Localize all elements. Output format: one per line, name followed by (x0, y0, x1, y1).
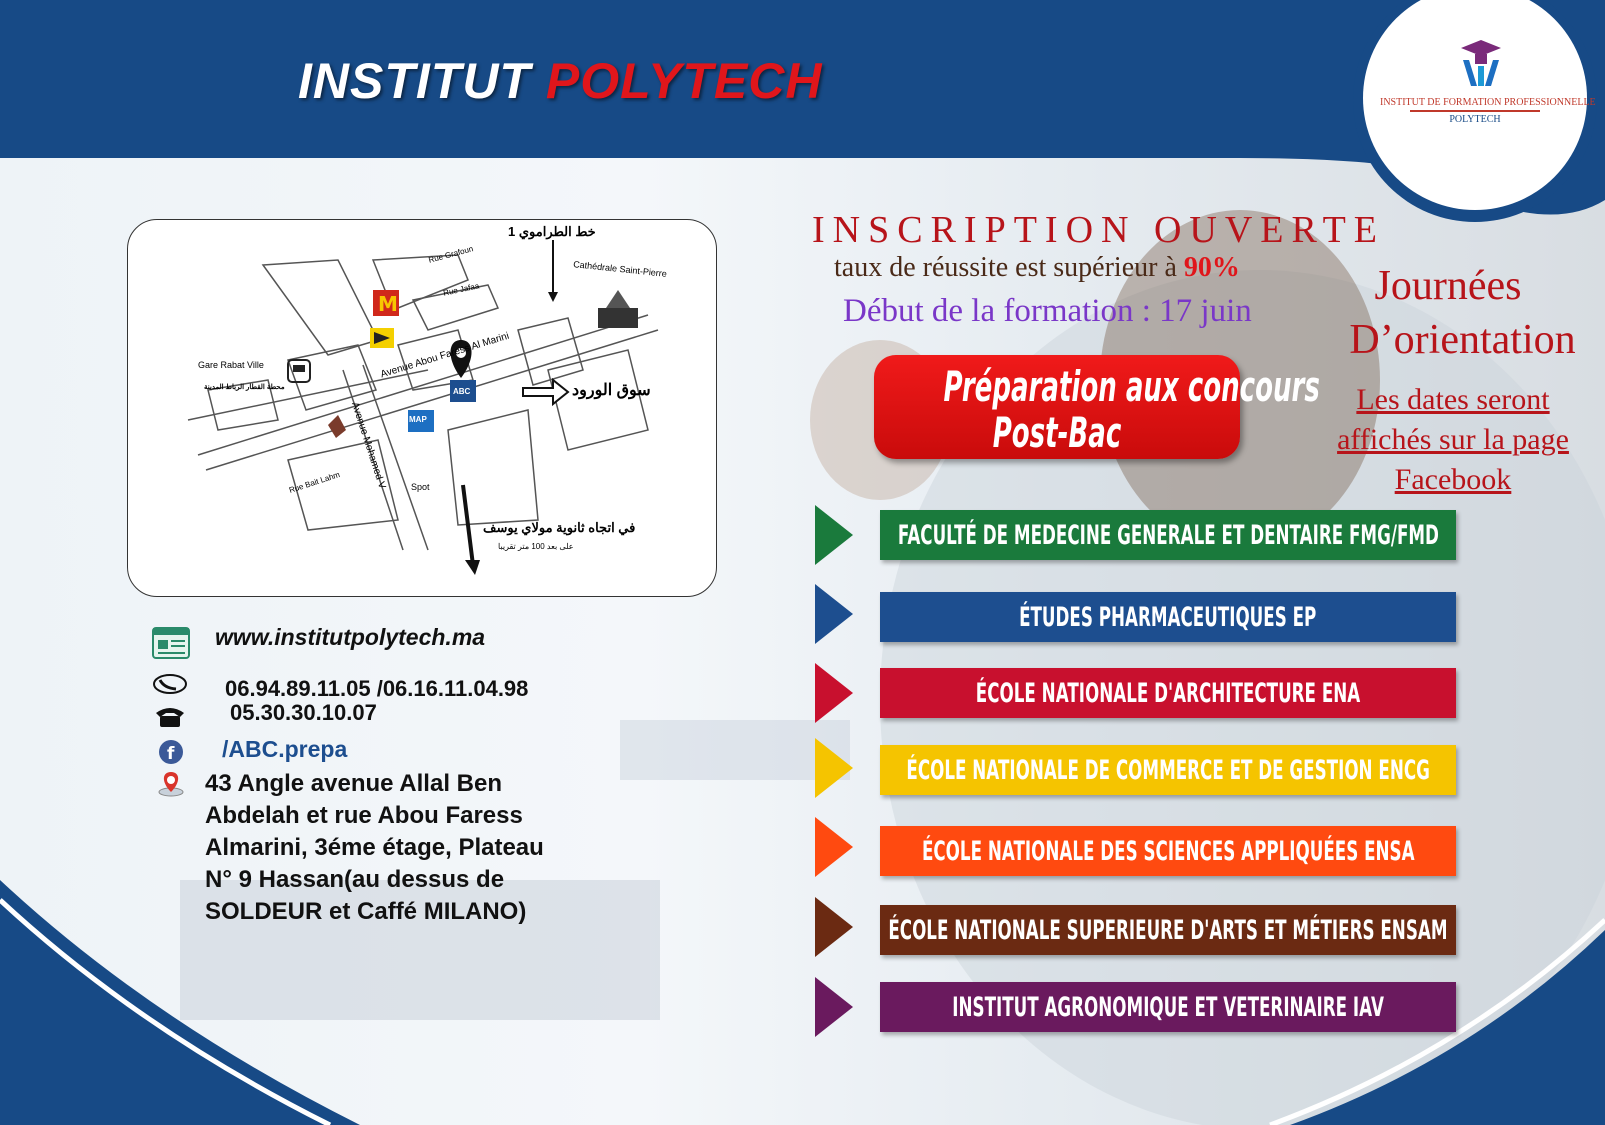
location-map: M خط الطراموي 1 Rue Grafoun Cathédrale S… (127, 219, 717, 597)
map-logo-label: MAP (409, 415, 427, 424)
orientation-note: Les dates seront affichés sur la page Fa… (1308, 380, 1598, 500)
svg-text:f: f (167, 744, 175, 764)
school-item[interactable]: ÉCOLE NATIONALE DES SCIENCES APPLIQUÉES … (880, 826, 1456, 876)
map-distance-ar: على بعد 100 متر تقريبا (498, 542, 574, 551)
statue-icon (328, 415, 346, 438)
map-gare-ar: محطة القطار الرباط المدينة (204, 384, 285, 391)
map-tram-label: خط الطراموي 1 (508, 224, 596, 239)
flyer: INSTITUT POLYTECH INSTITUT DE FORMATION … (0, 0, 1605, 1125)
school-arrow-icon (815, 897, 853, 957)
landline-number: 05.30.30.10.07 (230, 700, 377, 725)
telephone-icon (156, 708, 184, 727)
orientation-title2: D’orientation (1349, 317, 1576, 363)
brand-title: INSTITUT POLYTECH (298, 52, 822, 110)
logo-line1: INSTITUT DE FORMATION PROFESSIONNELLE (1380, 97, 1596, 108)
map-streets: M (187, 240, 659, 575)
school-item[interactable]: INSTITUT AGRONOMIQUE ET VETERINAIRE IAV (880, 982, 1456, 1032)
address-line1: 43 Angle avenue Allal Ben (205, 770, 502, 797)
success-rate: taux de réussite est supérieur à 90% (834, 252, 1240, 284)
map-spot: Spot (411, 482, 430, 492)
orientation-title1: Journées (1374, 263, 1522, 309)
address: 43 Angle avenue Allal Ben Abdelah et rue… (205, 768, 544, 928)
orientation-note-line1: Les dates seront (1356, 383, 1550, 416)
orientation-note-line3: Facebook (1394, 463, 1512, 496)
school-label: ÉCOLE NATIONALE SUPERIEURE D'ARTS ET MÉT… (888, 914, 1448, 946)
success-rate-text: taux de réussite est supérieur à (834, 252, 1184, 283)
school-arrow-icon (815, 505, 853, 565)
school-item[interactable]: ÉCOLE NATIONALE D'ARCHITECTURE ENA (880, 668, 1456, 718)
facebook-page[interactable]: /ABC.prepa (222, 736, 347, 763)
school-arrow-icon (815, 817, 853, 877)
school-arrow-icon (815, 584, 853, 644)
school-label: ÉCOLE NATIONALE D'ARCHITECTURE ENA (975, 677, 1361, 709)
school-label: INSTITUT AGRONOMIQUE ET VETERINAIRE IAV (952, 991, 1384, 1023)
success-rate-value: 90% (1183, 252, 1240, 283)
logo-divider (1410, 110, 1540, 112)
orientation-note-line2: affichés sur la page (1337, 423, 1569, 456)
address-line5: SOLDEUR et Caffé MILANO) (205, 898, 527, 925)
school-label: ÉCOLE NATIONALE DES SCIENCES APPLIQUÉES … (921, 835, 1415, 867)
start-date: Début de la formation : 17 juin (843, 293, 1252, 329)
school-label: ÉTUDES PHARMACEUTIQUES EP (1019, 601, 1317, 633)
brand-part1: INSTITUT (298, 53, 531, 109)
brand-part2: POLYTECH (545, 53, 823, 109)
school-arrow-icon (815, 663, 853, 723)
map-souk: سوق الورود (572, 382, 651, 399)
map-gare: Gare Rabat Ville (198, 360, 264, 370)
mobile-numbers: 06.94.89.11.05 /06.16.11.04.98 (225, 676, 529, 701)
svg-text:M: M (378, 292, 398, 316)
prep-line2: Post-Bac (992, 408, 1122, 457)
map-direction-ar: في اتجاه ثانوية مولاي يوسف (483, 520, 636, 535)
location-icon (158, 772, 184, 797)
address-line4: N° 9 Hassan(au dessus de (205, 866, 505, 893)
direction-arrow-icon (522, 377, 570, 407)
abc-logo-label: ABC (453, 387, 471, 396)
address-line2: Abdelah et rue Abou Faress (205, 802, 523, 829)
prep-line1: Préparation aux concours (943, 362, 1320, 411)
phone-icon (153, 674, 187, 694)
school-arrow-icon (815, 738, 853, 798)
graduation-logo-icon (1461, 40, 1501, 86)
school-item[interactable]: ÉCOLE NATIONALE SUPERIEURE D'ARTS ET MÉT… (880, 905, 1456, 955)
cathedral-icon (598, 290, 638, 328)
browser-icon (152, 627, 190, 659)
school-arrow-icon (815, 977, 853, 1037)
school-item[interactable]: FACULTÉ DE MEDECINE GENERALE ET DENTAIRE… (880, 510, 1456, 560)
facebook-icon: f (159, 740, 183, 764)
school-item[interactable]: ÉTUDES PHARMACEUTIQUES EP (880, 592, 1456, 642)
logo-line2: POLYTECH (1449, 114, 1501, 125)
website-link[interactable]: www.institutpolytech.ma (215, 624, 485, 651)
school-label: ÉCOLE NATIONALE DE COMMERCE ET DE GESTIO… (906, 754, 1430, 786)
school-item[interactable]: ÉCOLE NATIONALE DE COMMERCE ET DE GESTIO… (880, 745, 1456, 795)
school-label: FACULTÉ DE MEDECINE GENERALE ET DENTAIRE… (897, 519, 1439, 551)
inscription-title: INSCRIPTION OUVERTE (812, 209, 1385, 251)
address-line3: Almarini, 3éme étage, Plateau (205, 834, 544, 861)
